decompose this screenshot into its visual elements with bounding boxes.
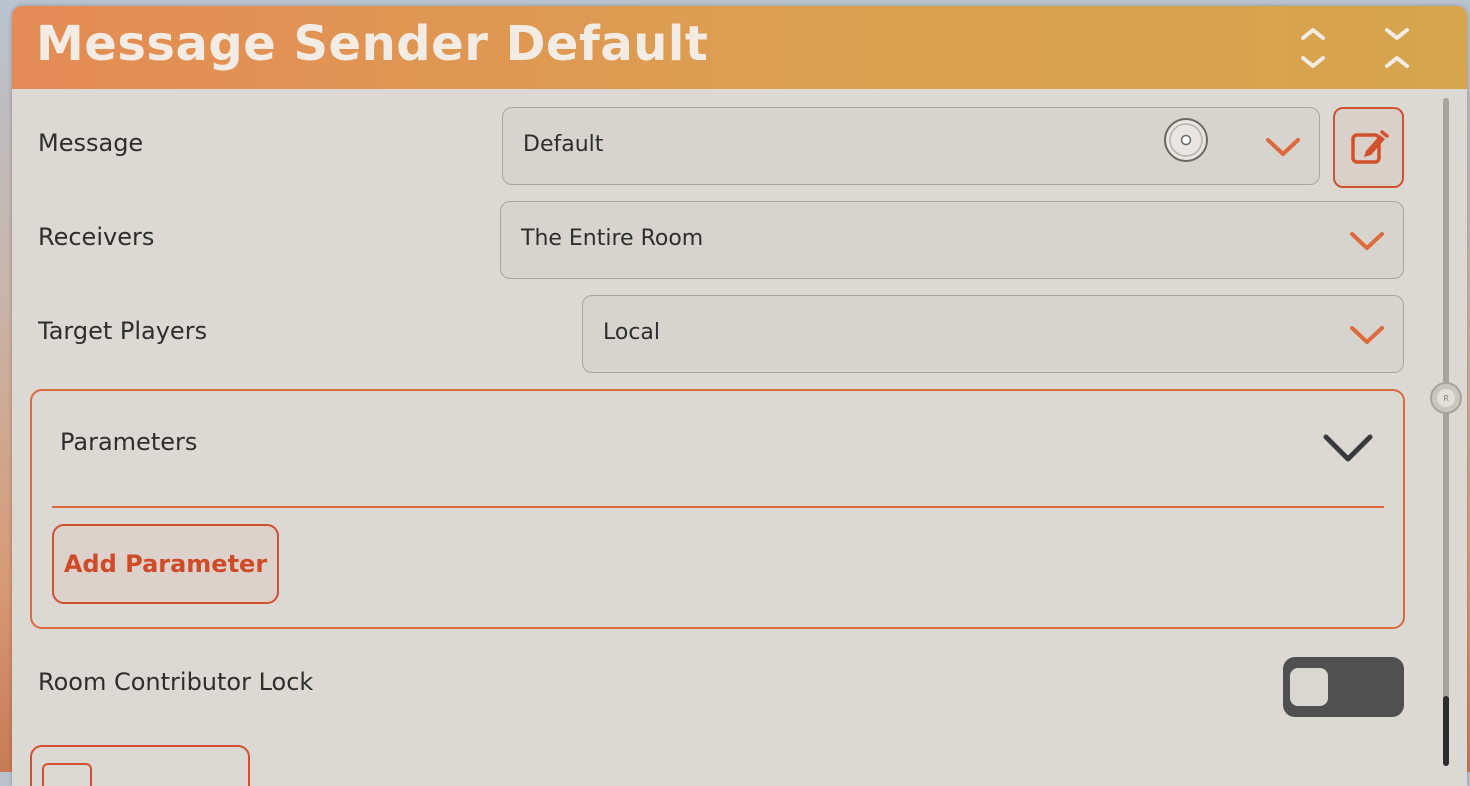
add-parameter-label: Add Parameter: [63, 550, 268, 578]
target-players-value: Local: [603, 320, 661, 345]
panel-title: Message Sender Default: [36, 16, 709, 72]
pointer-cursor-icon: [1164, 118, 1208, 162]
parameters-label: Parameters: [60, 428, 198, 456]
edit-pencil-icon: [1351, 130, 1389, 164]
message-label: Message: [38, 129, 144, 157]
unfold-icon[interactable]: [1295, 24, 1331, 72]
receivers-dropdown[interactable]: The Entire Room: [500, 201, 1404, 279]
checkbox-button[interactable]: [30, 745, 250, 786]
message-sender-panel: Message Sender Default Message Default R…: [12, 6, 1467, 786]
parameters-divider: [52, 506, 1384, 508]
scrollbar-track[interactable]: [1443, 98, 1449, 758]
parameters-section: Parameters Add Parameter: [30, 389, 1405, 629]
scroll-handle-icon[interactable]: R: [1428, 380, 1464, 416]
message-value: Default: [523, 132, 604, 157]
target-players-dropdown[interactable]: Local: [582, 295, 1404, 373]
target-players-label: Target Players: [38, 317, 208, 345]
chevron-down-icon: [1350, 326, 1384, 344]
chevron-down-icon[interactable]: [1322, 433, 1374, 463]
room-contributor-lock-toggle[interactable]: [1283, 657, 1404, 717]
receivers-value: The Entire Room: [521, 226, 704, 251]
edit-message-button[interactable]: [1333, 107, 1404, 188]
chevron-down-icon: [1350, 232, 1384, 250]
svg-text:R: R: [1443, 394, 1449, 403]
toggle-knob: [1290, 668, 1328, 706]
scrollbar-thumb[interactable]: [1443, 696, 1449, 766]
chevron-down-icon: [1266, 138, 1300, 156]
add-parameter-button[interactable]: Add Parameter: [52, 524, 279, 604]
room-contributor-lock-label: Room Contributor Lock: [38, 668, 314, 696]
title-bar: Message Sender Default: [12, 6, 1467, 89]
receivers-label: Receivers: [38, 223, 155, 251]
fold-icon[interactable]: [1379, 24, 1415, 72]
checkbox-icon: [42, 763, 92, 786]
